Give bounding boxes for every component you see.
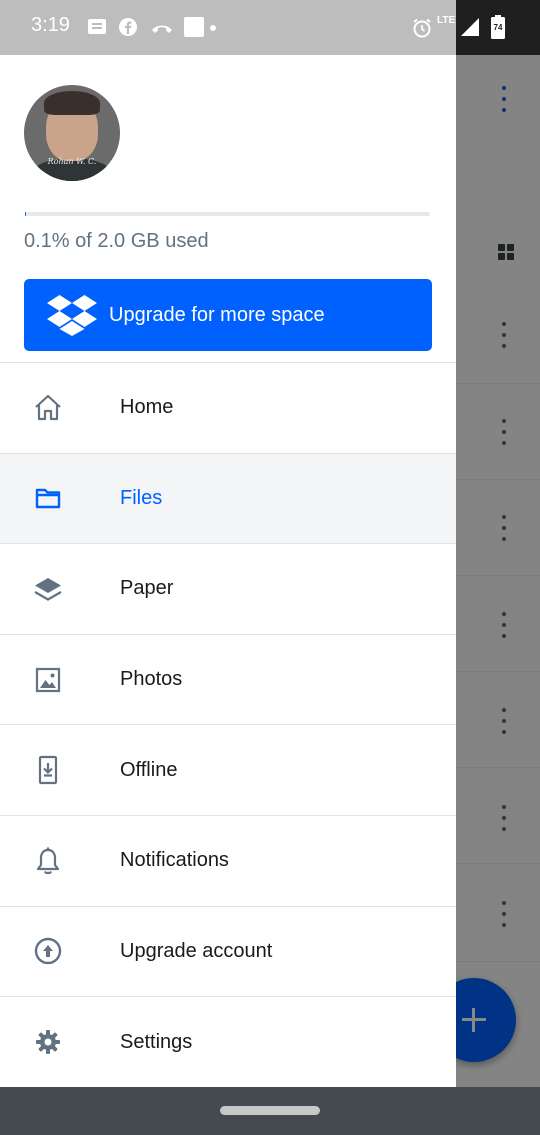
nav-item-photos[interactable]: Photos — [0, 635, 456, 726]
nav-label-offline: Offline — [120, 758, 178, 781]
alarm-icon — [413, 18, 431, 38]
upgrade-button[interactable]: Upgrade for more space — [24, 279, 432, 351]
paper-layers-icon — [31, 572, 65, 606]
avatar[interactable]: Rohan W. C. — [24, 85, 120, 181]
square-icon — [184, 17, 204, 37]
offline-download-icon — [31, 753, 65, 787]
nav-item-offline[interactable]: Offline — [0, 725, 456, 816]
message-icon — [88, 19, 106, 34]
drawer-nav-list: Home Files Paper Photos Offline Notifica… — [0, 362, 456, 1088]
nav-item-upgrade-account[interactable]: Upgrade account — [0, 907, 456, 998]
status-bar: 3:19 LTE 74 — [0, 0, 540, 55]
nav-label-photos: Photos — [120, 668, 183, 691]
nav-label-settings: Settings — [120, 1030, 193, 1053]
nav-label-upgrade-account: Upgrade account — [120, 939, 273, 962]
photo-icon — [31, 663, 65, 697]
folder-icon — [31, 481, 65, 515]
nav-label-home: Home — [120, 396, 174, 419]
status-time: 3:19 — [31, 14, 70, 36]
nav-item-settings[interactable]: Settings — [0, 997, 456, 1088]
facebook-icon — [119, 18, 137, 36]
signal-icon — [461, 18, 479, 36]
home-gesture-pill[interactable] — [220, 1106, 320, 1115]
storage-usage-text: 0.1% of 2.0 GB used — [24, 230, 209, 252]
upgrade-arrow-icon — [31, 934, 65, 968]
nav-item-paper[interactable]: Paper — [0, 544, 456, 635]
battery-level: 74 — [493, 23, 503, 32]
upgrade-button-label: Upgrade for more space — [109, 303, 325, 326]
home-icon — [31, 391, 65, 425]
dropbox-logo-icon — [47, 295, 97, 336]
nav-label-files: Files — [120, 486, 163, 509]
bell-icon — [31, 844, 65, 878]
nav-item-files[interactable]: Files — [0, 453, 456, 545]
nav-label-notifications: Notifications — [120, 849, 229, 872]
gear-icon — [31, 1025, 65, 1059]
avatar-signature: Rohan W. C. — [47, 157, 97, 166]
system-nav-bar — [0, 1087, 540, 1135]
navigation-drawer: Rohan W. C. 0.1% of 2.0 GB used Upgrade … — [0, 55, 456, 1087]
network-label: LTE — [437, 15, 456, 26]
missed-call-icon — [152, 25, 172, 33]
nav-item-notifications[interactable]: Notifications — [0, 816, 456, 907]
dot-icon — [210, 25, 216, 31]
nav-label-paper: Paper — [120, 577, 174, 600]
nav-item-home[interactable]: Home — [0, 363, 456, 454]
storage-usage-bar — [25, 212, 430, 216]
